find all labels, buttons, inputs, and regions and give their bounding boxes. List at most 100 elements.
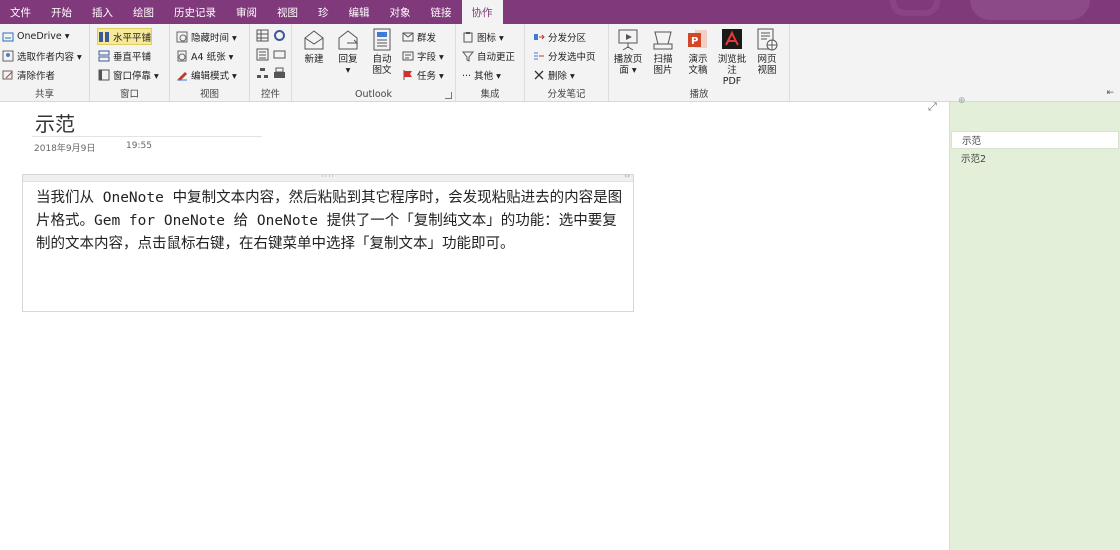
mass-mail-button[interactable]: 群发 [402,28,436,45]
group-distribute: 分发分区 分发选中页 删除 ▾ 分发笔记 [525,24,609,102]
pick-author-label: 选取作者内容 ▾ [17,51,82,63]
field-label: 字段 ▾ [417,51,444,63]
tab-insert[interactable]: 插入 [82,0,123,24]
window-dock-button[interactable]: 窗口停靠 ▾ [98,66,159,83]
distribute-icon [534,33,545,40]
new-mail-label: 新建 [304,54,324,65]
page-list-pane: ⊕ 示范 示范2 [949,96,1120,550]
reply-label: 回复 [338,54,358,65]
title-bar-decoration [890,0,940,16]
auto-label-2: 图文 [372,65,392,76]
play-page-button[interactable]: 播放页 面 ▾ [613,28,643,76]
note-container[interactable]: ···· ‹› 当我们从 OneNote 中复制文本内容，然后粘贴到其它程序时，… [22,172,634,312]
collapse-ribbon-icon[interactable]: ⇤ [1106,88,1114,98]
checklist-icon[interactable] [256,48,269,61]
radio-icon[interactable] [273,29,286,42]
other-button[interactable]: ··· 其他 ▾ [462,66,501,83]
new-mail-button[interactable]: 新建 [299,28,329,65]
delete-button[interactable]: 删除 ▾ [533,66,575,83]
page-list-item[interactable]: 示范2 [951,149,1119,167]
page-title[interactable]: 示范 [35,108,75,137]
delete-x-icon [534,70,544,79]
demo-label-2: 文稿 [688,65,708,76]
group-window-label: 窗口 [119,89,139,100]
author-icon [2,50,14,61]
scan-label-2: 图片 [653,65,673,76]
distribute-section-button[interactable]: 分发分区 [533,28,586,45]
expand-icon[interactable]: ⤢ [928,100,937,114]
tab-object[interactable]: 对象 [380,0,421,24]
pick-author-button[interactable]: 选取作者内容 ▾ [2,47,82,64]
resize-handle-icon[interactable]: ‹› [624,172,630,180]
distribute-section-label: 分发分区 [548,32,587,44]
other-label: ··· 其他 ▾ [462,70,501,82]
move-handle-icon[interactable]: ···· [321,172,335,181]
svg-text:P: P [691,36,698,47]
pen-icon [177,71,187,81]
tab-home[interactable]: 开始 [41,0,82,24]
group-window: 水平平铺 垂直平铺 窗口停靠 ▾ 窗口 [90,24,170,102]
icon-label: 图标 ▾ [477,32,504,44]
filter-icon [462,51,474,62]
play-page-label-2: 面 ▾ [619,65,637,76]
task-button[interactable]: 任务 ▾ [402,66,444,83]
tile-horizontal-icon [99,31,109,42]
textbox-icon[interactable] [273,48,286,61]
horizontal-tile-button[interactable]: 水平平铺 [97,28,153,45]
reply-button[interactable]: 回复 ▾ [333,28,363,76]
vertical-tile-button[interactable]: 垂直平铺 [98,47,151,64]
tab-gem[interactable]: 珍 [308,0,339,24]
tab-history[interactable]: 历史记录 [164,0,226,24]
tab-file[interactable]: 文件 [0,0,41,24]
auto-image-text-button[interactable]: 自动 图文 [367,28,397,76]
paper-size-button[interactable]: A4 纸张 ▾ [176,47,233,64]
clock-icon [176,31,188,42]
auto-correct-button[interactable]: 自动更正 [462,47,515,64]
web-page-icon [757,28,778,51]
icon-button[interactable]: 图标 ▾ [462,28,504,45]
horizontal-tile-label: 水平平铺 [113,32,152,44]
task-label: 任务 ▾ [417,70,444,82]
onedrive-button[interactable]: OneDrive ▾ [2,28,69,45]
printer-icon[interactable] [273,67,286,80]
group-play: 播放页 面 ▾ 扫描 图片 P 演示 文稿 浏览批 注 PDF 网页 视图 播放 [609,24,790,102]
hide-time-button[interactable]: 隐藏时间 ▾ [176,28,237,45]
clear-author-button[interactable]: 清除作者 [2,66,55,83]
web-label-1: 网页 [757,54,777,65]
table-icon[interactable] [256,29,269,42]
outlook-dialog-launcher[interactable] [445,92,452,99]
scan-image-button[interactable]: 扫描 图片 [648,28,678,76]
page-list-item[interactable]: 示范 [951,131,1119,149]
distribute-selected-label: 分发选中页 [548,51,596,63]
tab-review[interactable]: 审阅 [226,0,267,24]
envelope-icon [304,30,324,50]
ribbon: OneDrive ▾ 选取作者内容 ▾ 清除作者 共享 水平平铺 垂直平铺 窗口… [0,24,1120,102]
demo-doc-button[interactable]: P 演示 文稿 [683,28,713,76]
distribute-selected-button[interactable]: 分发选中页 [533,47,596,64]
tab-cooperate[interactable]: 协作 [461,0,503,24]
title-divider [32,136,262,137]
tab-view[interactable]: 视图 [267,0,308,24]
flag-icon [403,69,412,80]
note-drag-handle[interactable]: ···· ‹› [23,172,633,182]
hide-time-label: 隐藏时间 ▾ [191,32,237,44]
web-view-button[interactable]: 网页 视图 [752,28,782,76]
note-text[interactable]: 当我们从 OneNote 中复制文本内容，然后粘贴到其它程序时，会发现粘贴进去的… [36,187,630,256]
field-button[interactable]: 字段 ▾ [402,47,444,64]
tab-link[interactable]: 链接 [421,0,462,24]
tab-draw[interactable]: 绘图 [123,0,164,24]
play-page-label-1: 播放页 [613,54,643,65]
edit-mode-button[interactable]: 编辑模式 ▾ [176,66,237,83]
group-play-label: 播放 [689,89,709,100]
pdf-label-1: 浏览批 [717,54,747,65]
tab-edit[interactable]: 编辑 [339,0,380,24]
vertical-tile-label: 垂直平铺 [113,51,152,63]
reply-dropdown-arrow[interactable]: ▾ [346,65,351,76]
powerpoint-icon: P [688,30,707,48]
group-integrate: 图标 ▾ 自动更正 ··· 其他 ▾ 集成 [456,24,525,102]
document-icon [373,28,391,51]
browse-pdf-button[interactable]: 浏览批 注 PDF [717,28,747,87]
mass-mail-label: 群发 [417,32,437,44]
tree-icon[interactable] [256,67,269,80]
add-page-icon[interactable]: ⊕ [958,96,966,106]
